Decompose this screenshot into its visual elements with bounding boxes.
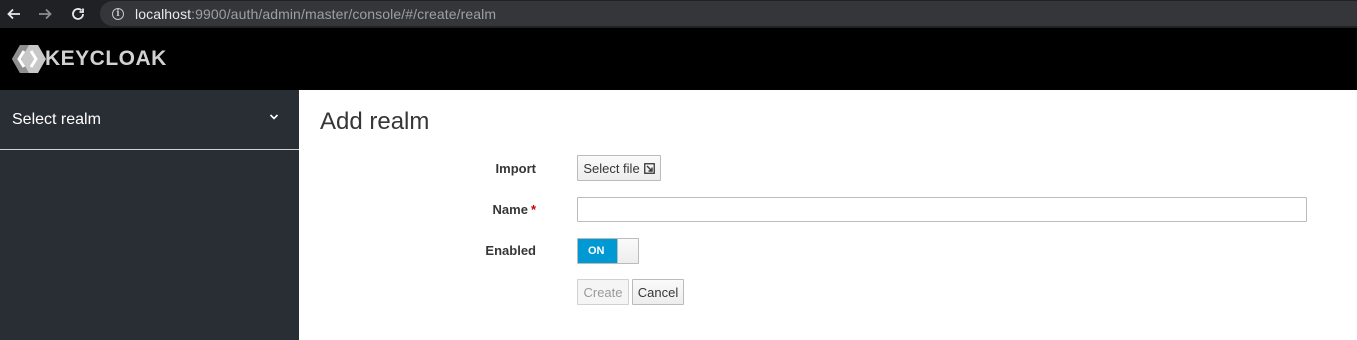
- main-content: Add realm Import Select file Name * Enabl…: [299, 90, 1357, 340]
- logo-text: KEYCLOAK: [45, 47, 167, 70]
- back-button[interactable]: [2, 0, 26, 28]
- reload-icon: [72, 8, 84, 20]
- cancel-button[interactable]: Cancel: [632, 279, 684, 305]
- import-label: Import: [495, 161, 536, 176]
- select-file-label: Select file: [583, 160, 640, 176]
- page-title: Add realm: [320, 108, 430, 135]
- external-link-icon: [643, 162, 655, 174]
- enabled-label: Enabled: [485, 243, 536, 258]
- url-text: localhost:9900/auth/admin/master/console…: [135, 6, 496, 22]
- select-file-button[interactable]: Select file: [577, 155, 661, 181]
- forward-button[interactable]: [33, 0, 57, 28]
- reload-button[interactable]: [66, 0, 90, 28]
- required-marker: *: [530, 202, 536, 217]
- address-bar[interactable]: i localhost:9900/auth/admin/master/conso…: [100, 1, 1357, 26]
- arrow-right-icon: [39, 8, 52, 20]
- browser-toolbar: i localhost:9900/auth/admin/master/conso…: [0, 0, 1357, 28]
- toggle-knob: [617, 239, 638, 263]
- name-input[interactable]: [577, 197, 1307, 222]
- name-label: Name *: [493, 202, 536, 217]
- sidebar: Select realm: [0, 90, 299, 340]
- realm-selector-label: Select realm: [12, 110, 101, 128]
- url-path: :9900/auth/admin/master/console/#/create…: [191, 5, 497, 22]
- keycloak-logo[interactable]: KEYCLOAK: [11, 44, 167, 74]
- keycloak-logo-icon: [12, 45, 46, 73]
- chevron-down-icon: [269, 114, 279, 120]
- enabled-toggle[interactable]: ON: [577, 238, 639, 264]
- arrow-left-icon: [7, 8, 20, 20]
- name-label-text: Name: [492, 202, 528, 217]
- realm-selector[interactable]: Select realm: [0, 90, 299, 150]
- url-host: localhost: [135, 5, 192, 22]
- toggle-on-state: ON: [578, 239, 617, 263]
- app-header: KEYCLOAK: [0, 28, 1357, 90]
- info-icon[interactable]: i: [112, 7, 124, 20]
- create-button[interactable]: Create: [577, 279, 629, 305]
